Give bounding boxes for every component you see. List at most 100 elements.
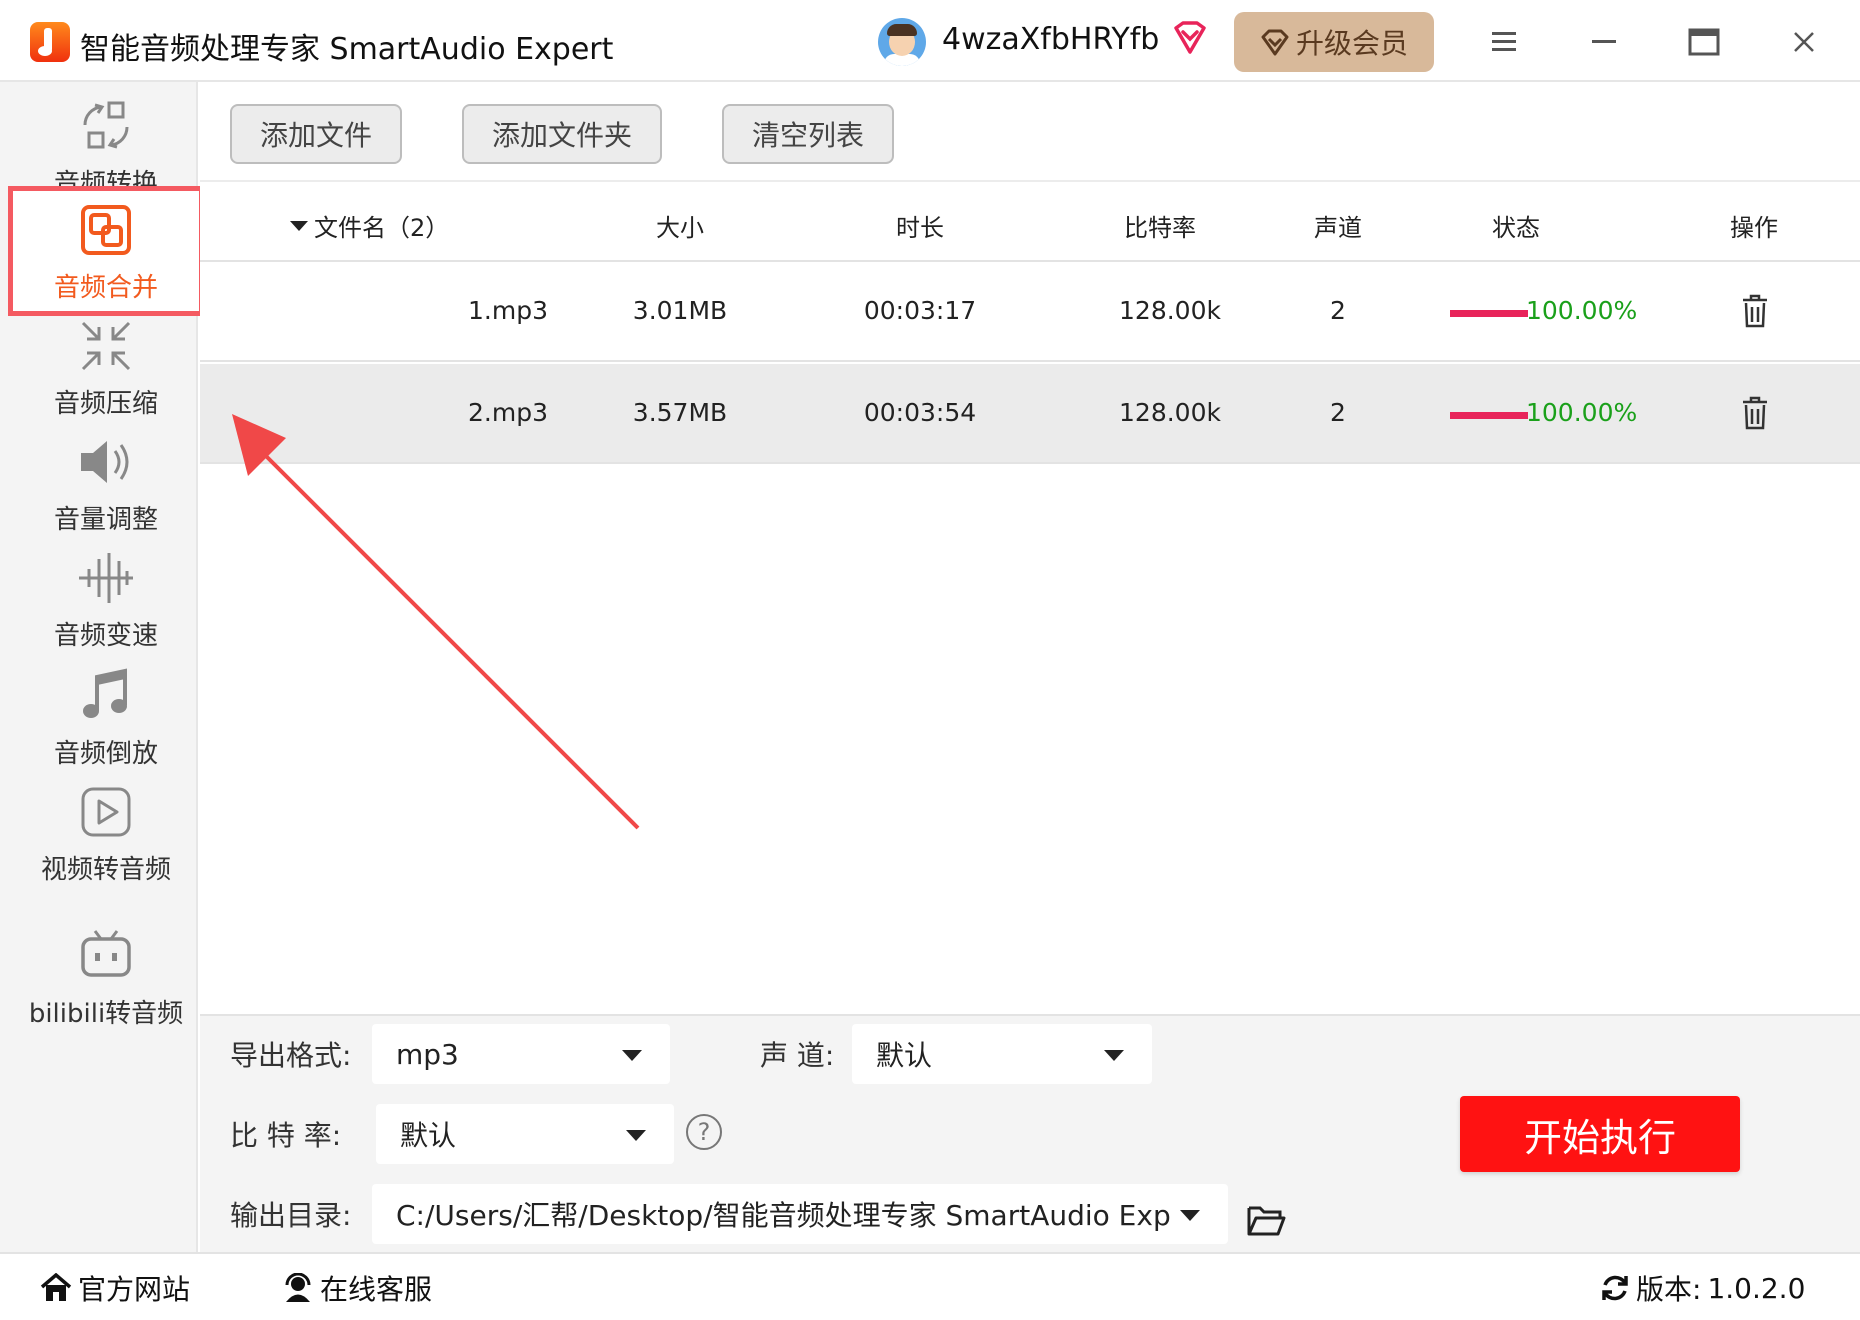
cell-size: 3.01MB bbox=[632, 296, 728, 325]
format-select-value: mp3 bbox=[396, 1037, 459, 1071]
username[interactable]: 4wzaXfbHRYfb bbox=[942, 22, 1159, 57]
sidebar: 音频转换 音频合并 音频压缩 音量调整 音频变速 音频倒放 视频转音频 bili… bbox=[0, 82, 204, 1252]
app-logo-icon bbox=[30, 22, 70, 62]
official-website-label: 官方网站 bbox=[78, 1273, 191, 1306]
maximize-button[interactable] bbox=[1680, 18, 1728, 66]
cell-filename: 1.mp3 bbox=[468, 296, 548, 325]
close-icon bbox=[1794, 32, 1814, 52]
sidebar-item-audio-merge[interactable]: 音频合并 bbox=[8, 186, 204, 316]
output-settings-panel: 导出格式: mp3 声 道: 默认 比 特 率: 默认 ? 开始执行 输出目录:… bbox=[200, 1014, 1860, 1252]
sidebar-item-bilibili[interactable]: bilibili转音频 bbox=[8, 912, 204, 1042]
audio-compress-icon bbox=[81, 321, 131, 370]
audio-convert-icon bbox=[83, 101, 129, 148]
output-dir-select[interactable]: C:/Users/汇帮/Desktop/智能音频处理专家 SmartAudio … bbox=[372, 1184, 1228, 1244]
chevron-down-icon bbox=[626, 1130, 646, 1141]
bitrate-select-value: 默认 bbox=[400, 1119, 457, 1152]
cell-status: 100.00% bbox=[1526, 398, 1638, 427]
trash-icon[interactable] bbox=[1740, 294, 1770, 328]
format-select[interactable]: mp3 bbox=[372, 1024, 670, 1084]
chevron-down-icon bbox=[1180, 1210, 1200, 1221]
column-header-channels: 声道 bbox=[1314, 214, 1362, 242]
sort-desc-icon bbox=[290, 220, 308, 231]
sidebar-item-volume[interactable]: 音量调整 bbox=[8, 418, 204, 548]
table-row[interactable]: 2.mp3 3.57MB 00:03:54 128.00k 2 100.00% bbox=[200, 364, 1860, 464]
progress-bar bbox=[1450, 412, 1528, 419]
minimize-button[interactable] bbox=[1580, 18, 1628, 66]
hamburger-icon bbox=[1492, 32, 1516, 51]
bitrate-label: 比 特 率: bbox=[230, 1119, 342, 1152]
channel-select-value: 默认 bbox=[876, 1039, 933, 1072]
file-table: 文件名（2） 大小 时长 比特率 声道 状态 操作 1.mp3 3.01MB 0… bbox=[200, 182, 1860, 1014]
version-value: 1.0.2.0 bbox=[1707, 1271, 1806, 1305]
speed-icon bbox=[79, 552, 133, 603]
output-dir-value: C:/Users/汇帮/Desktop/智能音频处理专家 SmartAudio … bbox=[396, 1199, 1171, 1232]
add-folder-button[interactable]: 添加文件夹 bbox=[462, 104, 662, 164]
table-header: 文件名（2） 大小 时长 比特率 声道 状态 操作 bbox=[200, 182, 1860, 262]
channel-select[interactable]: 默认 bbox=[852, 1024, 1152, 1084]
home-icon bbox=[40, 1273, 72, 1301]
table-row[interactable]: 1.mp3 3.01MB 00:03:17 128.00k 2 100.00% bbox=[200, 262, 1860, 362]
bitrate-select[interactable]: 默认 bbox=[376, 1104, 674, 1164]
music-note-icon bbox=[83, 668, 127, 718]
progress-bar bbox=[1450, 310, 1528, 317]
column-header-filename-label: 文件名（2） bbox=[314, 214, 450, 242]
sidebar-item-label: 音频压缩 bbox=[53, 388, 158, 419]
online-support-link[interactable]: 在线客服 bbox=[282, 1268, 432, 1308]
upgrade-vip-button[interactable]: 升级会员 bbox=[1234, 12, 1434, 72]
version-info: 版本: 1.0.2.0 bbox=[1600, 1268, 1805, 1308]
start-button[interactable]: 开始执行 bbox=[1460, 1096, 1740, 1172]
sidebar-item-reverse[interactable]: 音频倒放 bbox=[8, 652, 204, 782]
chevron-down-icon bbox=[622, 1050, 642, 1061]
maximize-icon bbox=[1688, 28, 1720, 56]
user-avatar[interactable] bbox=[878, 18, 926, 66]
bilibili-icon bbox=[81, 929, 131, 977]
upgrade-vip-label: 升级会员 bbox=[1295, 27, 1408, 60]
cell-duration: 00:03:54 bbox=[863, 398, 977, 427]
column-header-duration: 时长 bbox=[896, 214, 944, 242]
cell-duration: 00:03:17 bbox=[863, 296, 977, 325]
diamond-icon bbox=[1261, 29, 1289, 56]
column-header-status: 状态 bbox=[1492, 214, 1540, 242]
sidebar-item-label: 视频转音频 bbox=[40, 854, 171, 885]
sidebar-item-audio-compress[interactable]: 音频压缩 bbox=[8, 302, 204, 432]
sidebar-item-speed[interactable]: 音频变速 bbox=[8, 534, 204, 664]
refresh-icon bbox=[1602, 1275, 1628, 1301]
minimize-icon bbox=[1592, 40, 1616, 43]
add-file-button[interactable]: 添加文件 bbox=[230, 104, 402, 164]
cell-channels: 2 bbox=[1330, 296, 1346, 325]
vip-diamond-icon bbox=[1174, 21, 1206, 54]
clear-list-button[interactable]: 清空列表 bbox=[722, 104, 894, 164]
sidebar-item-label: bilibili转音频 bbox=[28, 998, 184, 1029]
status-bar: 官方网站 在线客服 版本: 1.0.2.0 bbox=[0, 1252, 1860, 1320]
close-button[interactable] bbox=[1780, 18, 1828, 66]
column-header-action: 操作 bbox=[1730, 214, 1778, 242]
cell-bitrate: 128.00k bbox=[1119, 398, 1221, 427]
cell-filename: 2.mp3 bbox=[468, 398, 548, 427]
sidebar-item-label: 音频倒放 bbox=[53, 738, 158, 769]
menu-button[interactable] bbox=[1480, 18, 1528, 66]
cell-status: 100.00% bbox=[1526, 296, 1638, 325]
folder-open-icon[interactable] bbox=[1246, 1202, 1286, 1238]
play-icon bbox=[81, 787, 131, 836]
cell-channels: 2 bbox=[1330, 398, 1346, 427]
volume-icon bbox=[81, 440, 129, 483]
output-dir-label: 输出目录: bbox=[230, 1199, 352, 1232]
column-header-filename[interactable]: 文件名（2） bbox=[290, 208, 490, 243]
sidebar-item-label: 音量调整 bbox=[53, 504, 158, 535]
column-header-bitrate: 比特率 bbox=[1124, 214, 1196, 242]
channel-label: 声 道: bbox=[760, 1039, 835, 1072]
audio-merge-icon bbox=[81, 204, 131, 255]
sidebar-item-label: 音频合并 bbox=[53, 272, 158, 303]
toolbar: 添加文件 添加文件夹 清空列表 bbox=[200, 84, 1860, 182]
help-icon[interactable]: ? bbox=[686, 1114, 722, 1150]
sidebar-item-video-to-audio[interactable]: 视频转音频 bbox=[8, 768, 204, 898]
cell-bitrate: 128.00k bbox=[1119, 296, 1221, 325]
title-bar: 智能音频处理专家 SmartAudio Expert 4wzaXfbHRYfb … bbox=[0, 0, 1860, 82]
trash-icon[interactable] bbox=[1740, 396, 1770, 430]
chevron-down-icon bbox=[1104, 1050, 1124, 1061]
app-title: 智能音频处理专家 SmartAudio Expert bbox=[80, 32, 614, 67]
online-support-label: 在线客服 bbox=[320, 1273, 433, 1306]
format-label: 导出格式: bbox=[230, 1039, 352, 1072]
headset-icon bbox=[285, 1273, 311, 1302]
official-website-link[interactable]: 官方网站 bbox=[40, 1268, 190, 1308]
